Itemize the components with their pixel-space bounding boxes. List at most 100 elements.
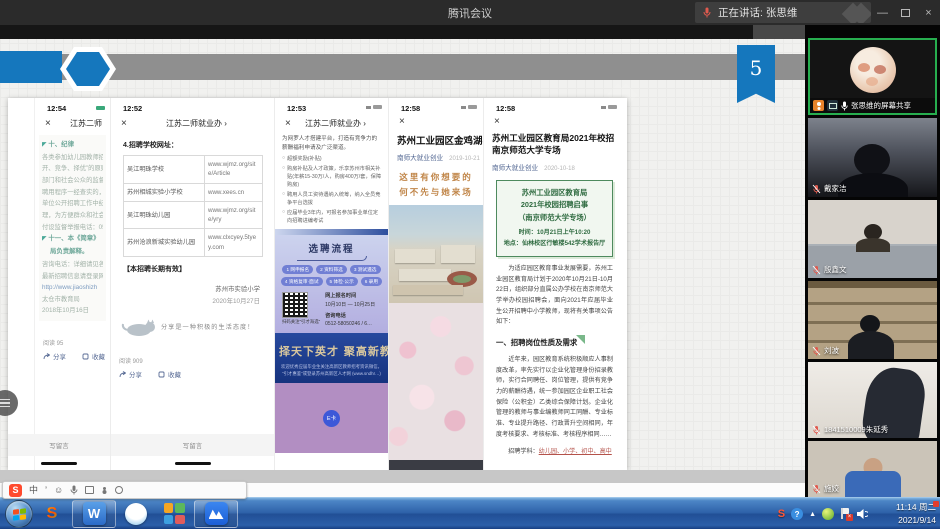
punctuation-icon[interactable]: ’: [45, 486, 47, 495]
emoji-icon[interactable]: ☺: [54, 486, 63, 495]
text-line: 最新招聘信息请登录网: [42, 271, 103, 283]
participant-tile-screenshare[interactable]: 张思维的屏幕共享: [808, 38, 937, 115]
article-link[interactable]: http://www.jiaoshizh: [42, 282, 103, 294]
taskbar-sogou-browser[interactable]: S: [34, 500, 70, 528]
text-line: 付设监督举报电话：05: [42, 222, 103, 234]
status-icons: [601, 105, 617, 109]
phone-screenshot-5: 12:58 × 苏州工业园区教育局2021年校招南京师范大学专场 南师大就业创业…: [484, 98, 623, 470]
mic-muted-icon: [812, 184, 821, 194]
underline-swoosh: [297, 256, 367, 261]
battery-icon: [96, 106, 105, 110]
article-source[interactable]: 江苏二师就业办 ›: [291, 118, 380, 129]
slogan-line: 何不先与她来场: [389, 185, 483, 200]
text-line: 各类参加幼儿园教师招聘: [42, 152, 103, 164]
tray-sogou-icon[interactable]: S: [778, 508, 785, 520]
comment-input[interactable]: 写留言: [111, 434, 274, 456]
article-signature: 苏州市实验小学 2020年10月27日: [111, 274, 274, 307]
toolbox-icon[interactable]: [115, 486, 123, 494]
share-button[interactable]: 分享: [119, 369, 142, 379]
slogan-banner: 择天下英才 聚高新教育 欢迎优秀应届毕业生关注高新区教师招考资讯微信，“引才惠鉴…: [275, 333, 388, 383]
close-button[interactable]: ×: [917, 0, 940, 25]
paragraph: 为适应园区教育事业发展需要，苏州工业园区教育局计划于2020年10月21日-10…: [496, 264, 613, 328]
section-marker-icon: ◤: [42, 236, 47, 242]
favorite-button[interactable]: 收藏: [158, 369, 181, 379]
article-source[interactable]: 江苏二师就业办 ›: [127, 118, 266, 129]
school-name: 吴江明珠学校: [124, 156, 205, 184]
qr-caption: 扫码关注“引才海选”: [282, 319, 320, 325]
participant-tile[interactable]: 刘波: [808, 281, 937, 359]
process-title: 选聘流程: [279, 241, 384, 255]
taskbar-tencent-meeting[interactable]: [194, 500, 238, 528]
subject-links[interactable]: 幼儿园、小学、初中、高中: [539, 448, 612, 455]
browser-icon: [125, 503, 147, 525]
phone-screenshot-1: 12:54 × 江苏二师 ◤ 十、纪律 各类参加幼儿园教师招聘 开、竞争、择优”…: [8, 98, 111, 470]
windows-flag-icon: [13, 508, 26, 520]
bullet-item: ○聘用人员工资待遇纳入统筹，纳入全员竞争平台选拔: [275, 189, 388, 207]
bullet-item: ○超额奖励(补贴): [275, 153, 388, 163]
article-source: 江苏二师: [51, 118, 102, 129]
read-count: 阅读 909: [111, 353, 274, 365]
participant-name: 施姣: [824, 483, 839, 494]
favorite-button[interactable]: 收藏: [82, 351, 105, 361]
phone-screenshot-2: 12:52 × 江苏二师就业办 › 4.招聘学校网址： 吴江明珠学校 www.w…: [111, 98, 275, 470]
close-icon[interactable]: ×: [399, 118, 405, 126]
maximize-button[interactable]: [894, 0, 917, 25]
step-pill: 6 录用: [361, 277, 382, 286]
participant-tile[interactable]: 1841510009朱延秀: [808, 362, 937, 438]
presented-window-topbar: [0, 25, 805, 39]
skin-icon[interactable]: [101, 487, 108, 494]
tencent-meeting-icon: [205, 502, 228, 525]
text-line: 理，为方便群众和社会: [42, 210, 103, 222]
keyboard-icon[interactable]: [85, 486, 94, 494]
intro-text: 为网罗人才搭建平台，打造有竞争力的薪酬福利申请及广泛渠道。: [275, 132, 388, 153]
comment-input[interactable]: 写留言: [8, 434, 110, 456]
action-center-flag-icon[interactable]: ×: [840, 508, 851, 520]
table-row: 苏州沧浪新城实验幼儿园 www.clxcyey.5tyey.com: [124, 229, 263, 257]
banner-subtext: 欢迎优秀应届毕业生关注高新区教师招考资讯微信，“引才惠鉴”或登录苏州高新区人才网…: [279, 363, 384, 377]
chinese-mode-icon[interactable]: 中: [29, 486, 38, 495]
participant-tile[interactable]: 殷鑫文: [808, 200, 937, 278]
subject-line: 招聘学科：幼儿园、小学、初中、高中: [496, 447, 613, 458]
recruitment-poster: 选聘流程 1 网申报名 2 资料筛选 3 测试遴选 4 资格复审·面试 5 体检…: [275, 235, 388, 333]
tray-expand-icon[interactable]: ▲: [809, 511, 816, 518]
ime-toolbar[interactable]: S 中 ’ ☺: [2, 481, 247, 499]
taskbar-browser[interactable]: [118, 500, 154, 528]
participant-tile[interactable]: 戴家洁: [808, 118, 937, 197]
participant-name: 殷鑫文: [824, 264, 847, 275]
tray-security-icon[interactable]: [822, 508, 834, 520]
qr-code: [282, 292, 308, 318]
voice-input-icon[interactable]: [70, 485, 78, 495]
taskbar-app-grid[interactable]: [156, 500, 192, 528]
table-row: 吴江明珠幼儿园 www.wjmz.org/site/yry: [124, 201, 263, 229]
mic-icon: [703, 7, 711, 18]
sogou-browser-icon: S: [47, 505, 58, 523]
paragraph: 近年来，园区教育系统积极顺应人事制度改革，率先实行以企业化管理身份招录教师，实行…: [496, 355, 613, 440]
watermark-logo: [845, 6, 861, 23]
participant-name: 戴家洁: [824, 183, 847, 194]
participant-tile[interactable]: 施姣: [808, 441, 937, 497]
home-indicator: [175, 462, 211, 465]
start-button[interactable]: [5, 500, 33, 528]
slogan-line: 这里有你想要的: [389, 170, 483, 185]
taskbar-wps[interactable]: W: [72, 500, 116, 528]
account-name[interactable]: 南师大就业创业: [397, 152, 443, 162]
status-icons: [461, 105, 477, 109]
minimize-button[interactable]: —: [871, 0, 894, 25]
account-name[interactable]: 南师大就业创业: [492, 162, 538, 172]
sogou-logo-icon[interactable]: S: [9, 484, 22, 497]
process-steps: 1 网申报名 2 资料筛选 3 测试遴选 4 资格复审·面试 5 体检·公示 6…: [279, 265, 384, 286]
volume-icon[interactable]: [857, 509, 868, 519]
school-url: www.wjmz.org/site/Article: [205, 156, 263, 184]
validity-note: 【本招聘长期有效】: [111, 257, 274, 274]
slide-header-accent: [0, 51, 62, 83]
share-button[interactable]: 分享: [43, 351, 66, 361]
photo-edge: [389, 460, 483, 470]
close-icon[interactable]: ×: [494, 118, 500, 126]
wps-icon: W: [83, 502, 106, 525]
taskbar-clock[interactable]: 11:14 周二 2021/9/14: [872, 501, 936, 527]
step-pill: 5 体检·公示: [326, 277, 358, 286]
tray-help-icon[interactable]: ?: [791, 508, 803, 520]
slide-header-bar: [0, 54, 805, 80]
page-number-ribbon: 5: [737, 45, 775, 103]
cat-illustration: [119, 315, 161, 337]
